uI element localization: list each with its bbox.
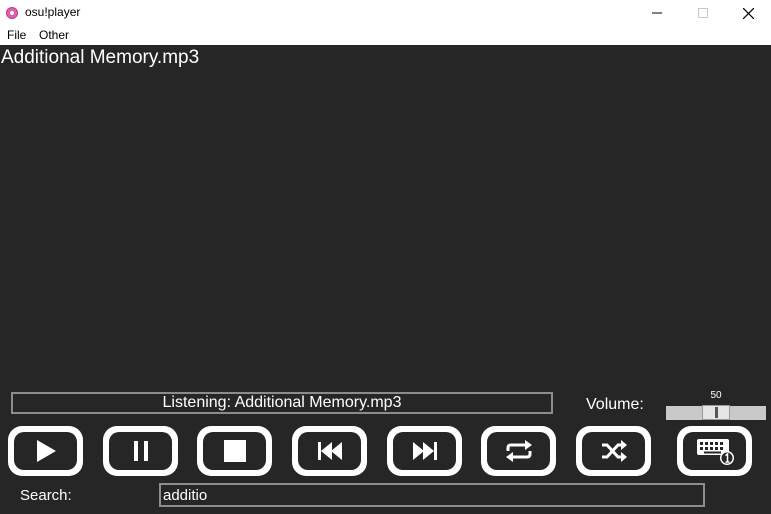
close-icon [742,7,754,19]
play-button[interactable] [8,426,83,476]
app-icon [6,7,18,19]
skip-next-icon [412,442,437,460]
skip-previous-icon [317,442,342,460]
pause-button[interactable] [103,426,178,476]
stop-icon [223,440,246,462]
menu-bar: File Other [0,26,771,45]
volume-slider-thumb[interactable] [702,405,730,420]
shuffle-button[interactable] [576,426,651,476]
search-input[interactable] [159,483,705,507]
play-icon [36,440,56,462]
minimize-button[interactable] [634,0,680,26]
minimize-icon [652,12,662,14]
title-bar: osu!player [0,0,771,26]
status-text: Listening: Additional Memory.mp3 [162,394,402,411]
volume-slider[interactable] [666,405,766,420]
now-playing-title: Additional Memory.mp3 [1,47,200,68]
repeat-icon [505,440,532,462]
menu-other[interactable]: Other [39,28,69,42]
pause-icon [133,441,148,461]
previous-button[interactable] [292,426,367,476]
repeat-button[interactable] [481,426,556,476]
volume-value: 50 [710,390,722,401]
status-display: Listening: Additional Memory.mp3 [11,392,553,414]
window-title: osu!player [25,5,81,19]
stop-button[interactable] [197,426,272,476]
search-label: Search: [20,487,72,504]
maximize-icon [698,8,708,18]
hotkeys-button[interactable] [677,426,752,476]
next-button[interactable] [387,426,462,476]
volume-label: Volume: [586,396,644,413]
keyboard-icon [696,439,734,465]
maximize-button[interactable] [680,0,726,26]
menu-file[interactable]: File [7,28,26,42]
close-button[interactable] [725,0,771,26]
shuffle-icon [601,440,627,462]
